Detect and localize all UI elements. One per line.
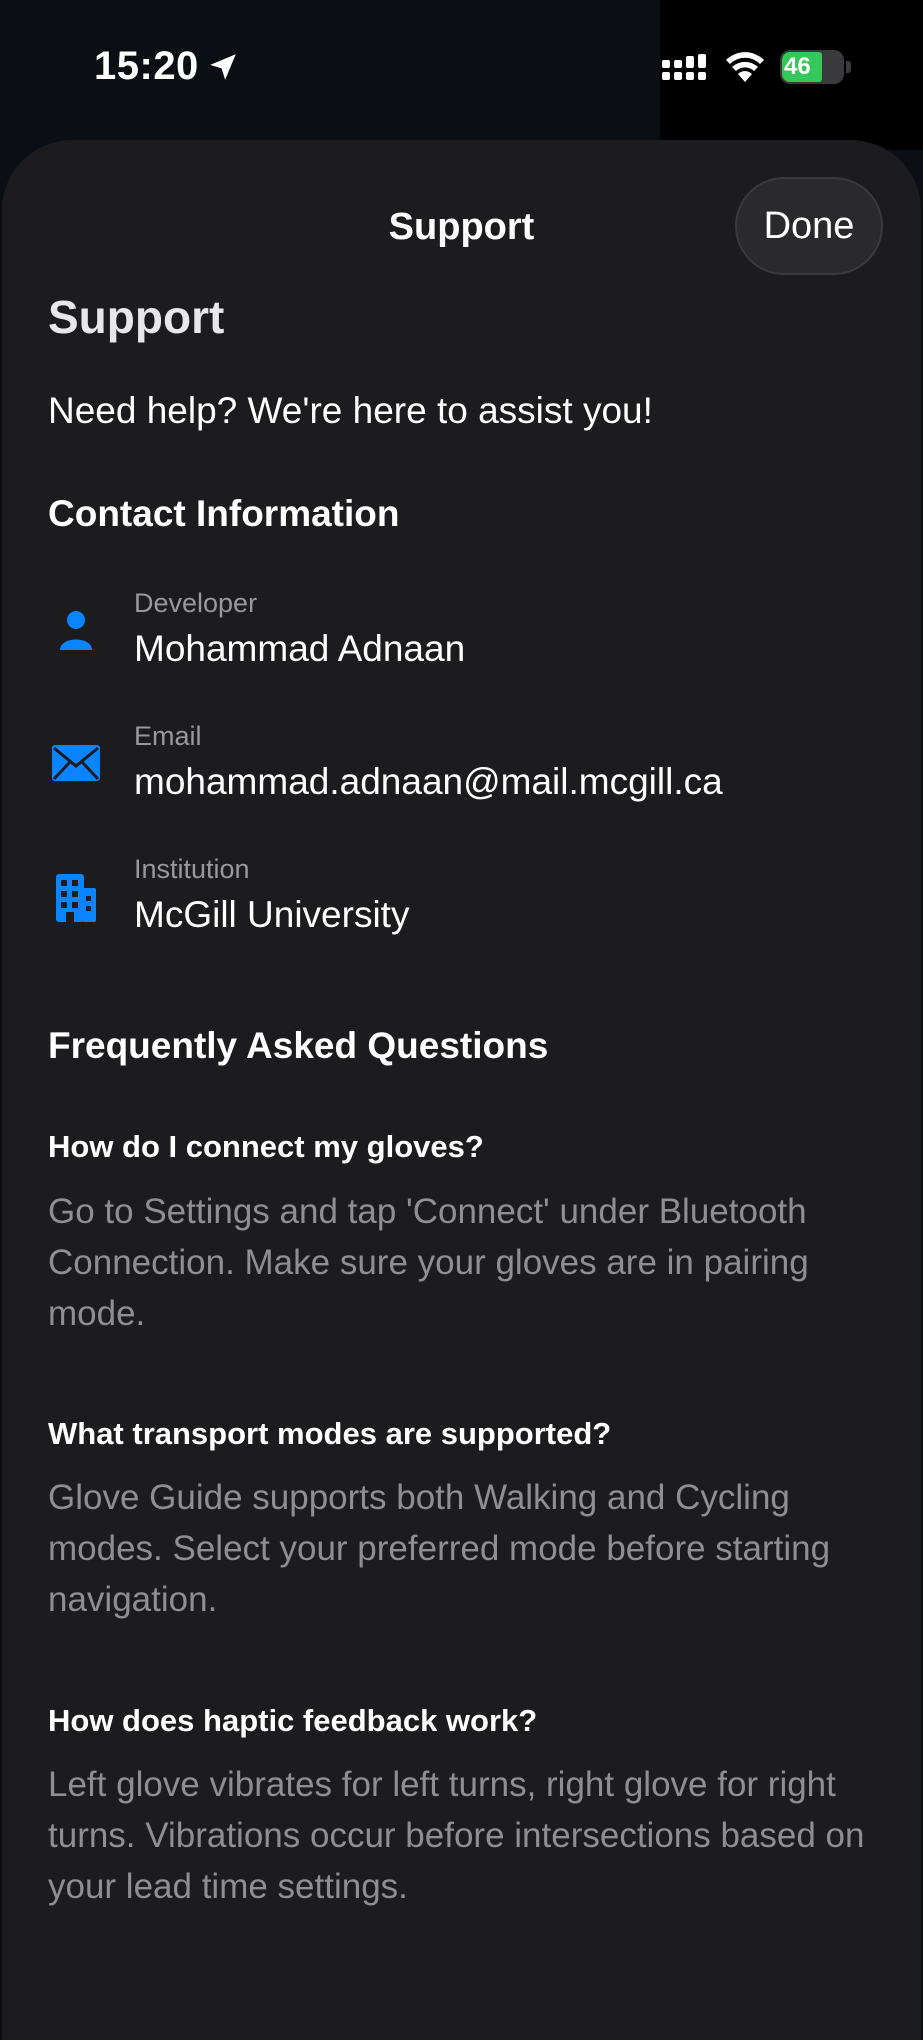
envelope-icon bbox=[52, 745, 100, 781]
page-subtitle: Need help? We're here to assist you! bbox=[48, 390, 653, 431]
contact-value[interactable]: mohammad.adnaan@mail.mcgill.ca bbox=[134, 761, 723, 803]
faq-question: How do I connect my gloves? bbox=[48, 1129, 484, 1164]
wifi-icon bbox=[726, 52, 764, 82]
contact-value: Mohammad Adnaan bbox=[134, 628, 466, 669]
faq-question: How does haptic feedback work? bbox=[48, 1703, 538, 1738]
faq-answer: Left glove vibrates for left turns, righ… bbox=[48, 1765, 865, 1906]
building-icon bbox=[56, 874, 96, 922]
contact-row-email[interactable]: Email mohammad.adnaan@mail.mcgill.ca bbox=[48, 721, 888, 821]
status-time: 15:20 bbox=[94, 44, 199, 88]
contact-section-header: Contact Information bbox=[48, 493, 400, 534]
faq-answer: Glove Guide supports both Walking and Cy… bbox=[48, 1478, 831, 1619]
contact-label: Developer bbox=[134, 588, 258, 618]
status-bar: 15:20 46 bbox=[0, 0, 923, 140]
battery-nub bbox=[846, 61, 851, 73]
cellular-signal-icon bbox=[662, 54, 706, 80]
page-title: Support bbox=[48, 291, 225, 343]
person-icon bbox=[60, 611, 92, 650]
faq-question: What transport modes are supported? bbox=[48, 1416, 612, 1451]
faq-answer: Go to Settings and tap 'Connect' under B… bbox=[48, 1192, 809, 1333]
battery-level: 46 bbox=[784, 53, 811, 80]
battery-indicator: 46 bbox=[780, 50, 844, 84]
contact-row-developer: Developer Mohammad Adnaan bbox=[48, 588, 888, 688]
contact-label: Institution bbox=[134, 854, 250, 884]
contact-row-institution: Institution McGill University bbox=[48, 854, 888, 954]
contact-value: McGill University bbox=[134, 894, 410, 935]
done-button[interactable]: Done bbox=[735, 177, 883, 275]
faq-section-header: Frequently Asked Questions bbox=[48, 1025, 549, 1066]
location-arrow-icon bbox=[210, 54, 236, 80]
contact-label: Email bbox=[134, 721, 202, 751]
